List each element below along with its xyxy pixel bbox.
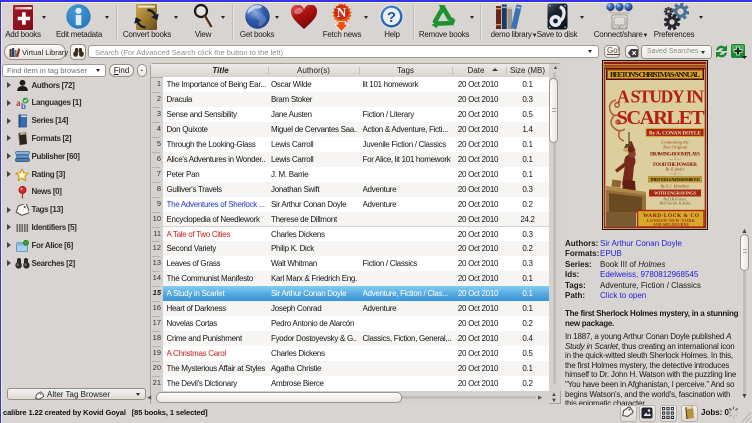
svg-text:A STUDY IN: A STUDY IN	[617, 87, 704, 107]
svg-text:Two Original: Two Original	[663, 145, 688, 150]
svg-text:?: ?	[387, 9, 396, 26]
svg-text:SCARLET: SCARLET	[617, 107, 705, 129]
svg-text:WITH ENGRAVINGS: WITH ENGRAVINGS	[654, 191, 696, 196]
svg-text:AND·MELBOURNE: AND·MELBOURNE	[653, 223, 689, 227]
svg-text:THE FOUR-LEAVED SHAMROCK: THE FOUR-LEAVED SHAMROCK	[650, 177, 701, 182]
svg-text:— 2 —: — 2 —	[668, 171, 682, 176]
svg-text:— 1 —: — 1 —	[668, 156, 682, 161]
svg-text:By E.J. Hamilton: By E.J. Hamilton	[661, 184, 690, 189]
svg-text:BEETON'S·CHRISTMAS·ANNUAL: BEETON'S·CHRISTMAS·ANNUAL	[610, 70, 700, 79]
svg-text:N: N	[337, 5, 347, 20]
svg-text:By A. CONAN DOYLE: By A. CONAN DOYLE	[649, 131, 701, 137]
